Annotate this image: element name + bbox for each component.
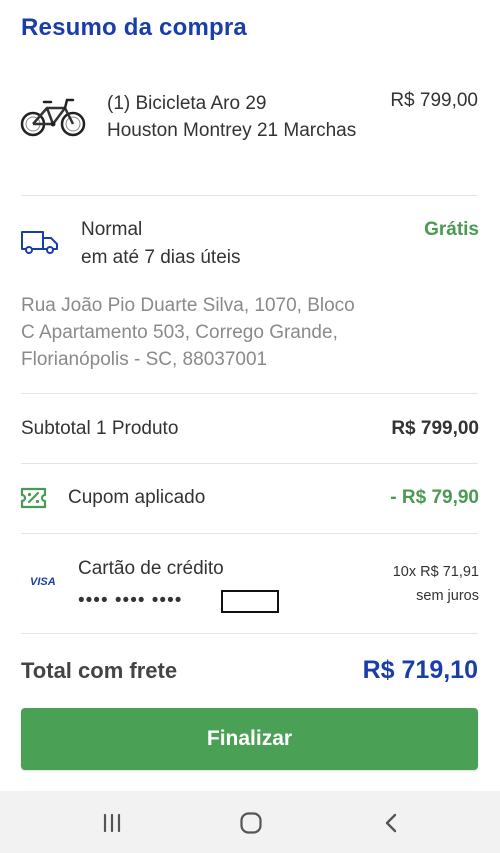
divider — [21, 533, 478, 534]
page-title: Resumo da compra — [21, 14, 247, 41]
home-icon[interactable] — [231, 807, 271, 839]
payment-method: Cartão de crédito — [78, 558, 224, 579]
subtotal-label: Subtotal 1 Produto — [21, 418, 179, 439]
product-item[interactable]: (1) Bicicleta Aro 29 Houston Montrey 21 … — [0, 70, 500, 196]
product-name-line1: (1) Bicicleta Aro 29 — [107, 93, 267, 114]
subtotal-value: R$ 799,00 — [391, 418, 479, 439]
truck-icon — [20, 229, 60, 255]
address-line1: Rua João Pio Duarte Silva, 1070, Bloco — [21, 295, 355, 316]
total-label: Total com frete — [21, 658, 178, 683]
divider — [21, 633, 478, 634]
coupon-discount: - R$ 79,90 — [390, 487, 479, 508]
address-line3: Florianópolis - SC, 88037001 — [21, 349, 268, 370]
divider — [21, 393, 478, 394]
total-value: R$ 719,10 — [362, 656, 478, 684]
installments: 10x R$ 71,91 — [392, 564, 479, 580]
card-last-digits-redacted — [221, 590, 279, 613]
recent-apps-icon[interactable] — [92, 807, 132, 839]
product-name-line2: Houston Montrey 21 Marchas — [107, 120, 357, 141]
shipping-eta: em até 7 dias úteis — [81, 247, 241, 268]
visa-logo: VISA — [30, 576, 56, 588]
divider — [21, 463, 478, 464]
shipping-type: Normal — [81, 219, 143, 240]
delivery-address: Rua João Pio Duarte Silva, 1070, Bloco C… — [21, 292, 381, 373]
system-navbar — [0, 791, 500, 853]
coupon-label: Cupom aplicado — [68, 487, 206, 508]
interest-info: sem juros — [416, 588, 479, 604]
product-price: R$ 799,00 — [390, 90, 478, 111]
divider — [21, 195, 478, 196]
card-number: •••• •••• •••• — [78, 590, 183, 611]
product-name: (1) Bicicleta Aro 29 Houston Montrey 21 … — [107, 90, 369, 144]
finish-button[interactable]: Finalizar — [21, 708, 478, 770]
coupon-icon — [20, 487, 47, 509]
back-icon[interactable] — [371, 807, 411, 839]
address-line2: C Apartamento 503, Corrego Grande, — [21, 322, 338, 343]
bicycle-icon — [20, 94, 86, 138]
shipping-price: Grátis — [424, 219, 479, 240]
